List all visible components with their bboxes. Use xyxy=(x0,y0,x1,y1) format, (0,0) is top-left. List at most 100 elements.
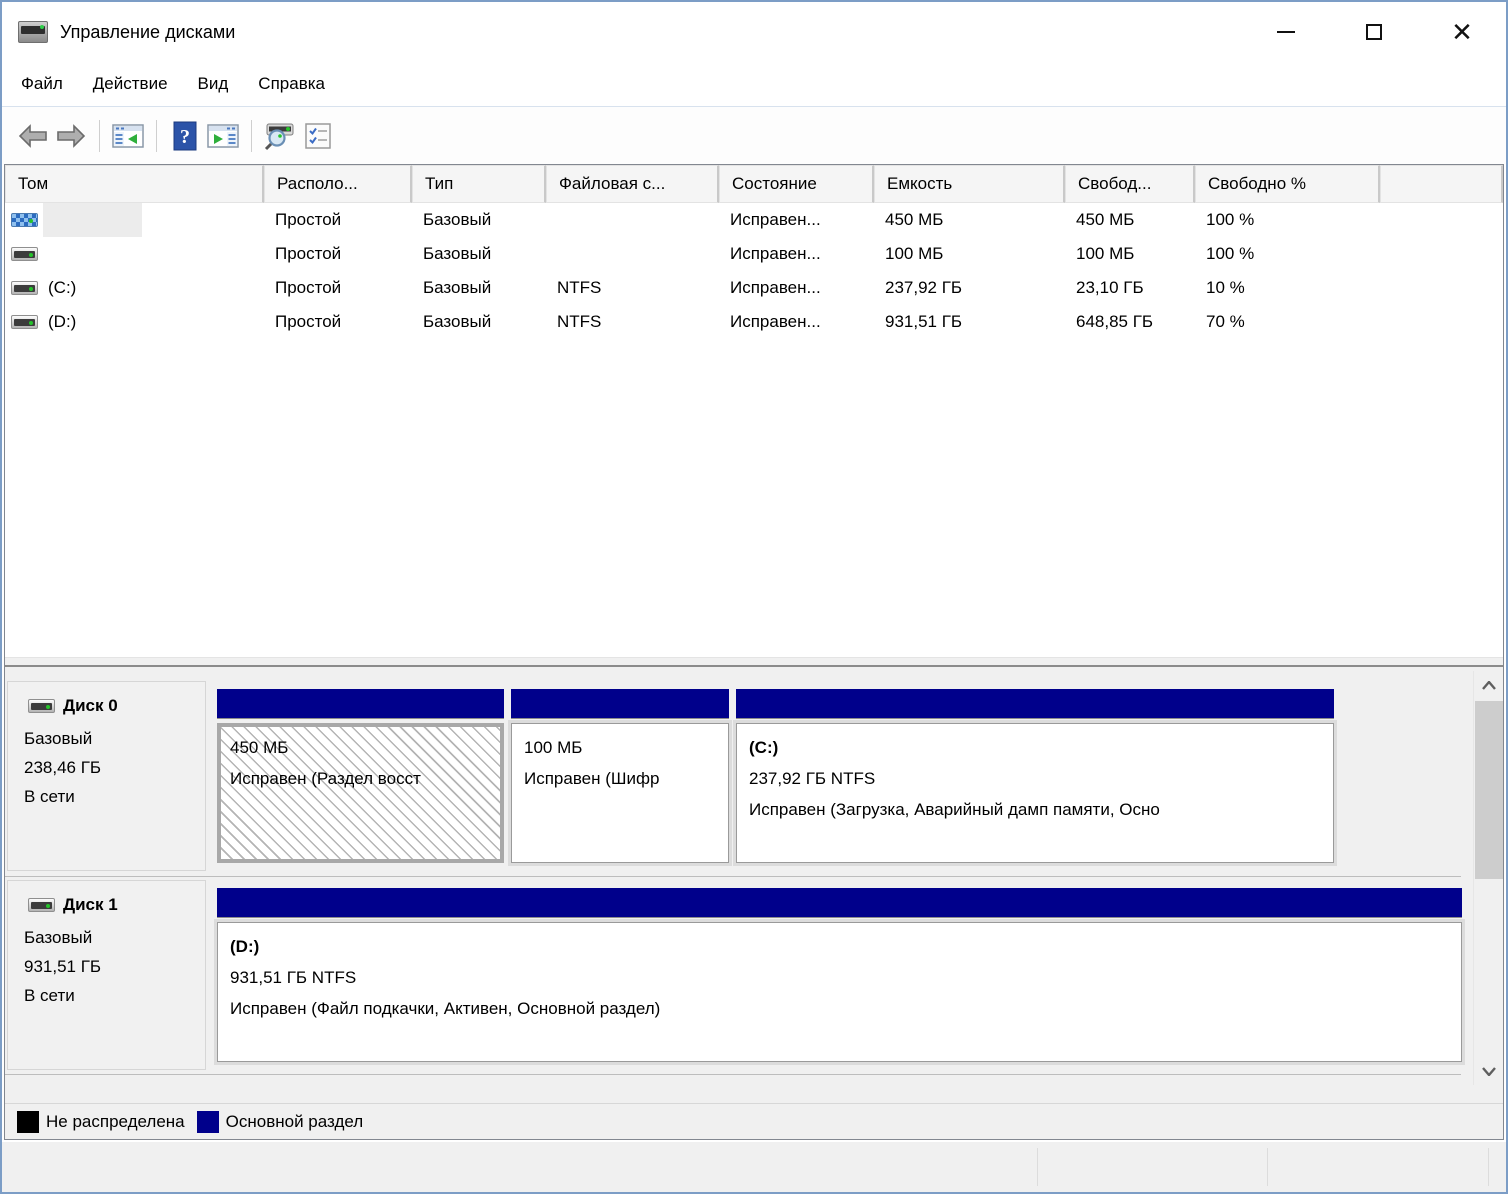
app-icon xyxy=(18,21,48,43)
help-button[interactable]: ? xyxy=(166,118,204,154)
volume-status: Исправен... xyxy=(719,203,874,237)
column-header-filler xyxy=(1380,165,1503,203)
volume-layout: Простой xyxy=(264,305,412,339)
volume-name-cell xyxy=(5,203,264,237)
partition-body: 100 МБ Исправен (Шифр xyxy=(511,723,729,863)
menu-view[interactable]: Вид xyxy=(183,68,244,100)
volume-icon xyxy=(11,315,38,329)
disk-properties-button[interactable] xyxy=(261,118,299,154)
partition-d[interactable]: (D:) 931,51 ГБ NTFS Исправен (Файл подка… xyxy=(217,888,1462,1070)
toolbar: ? xyxy=(2,106,1506,164)
pane-splitter[interactable] xyxy=(5,657,1503,667)
scroll-down-button[interactable] xyxy=(1474,1057,1503,1085)
console-tree-button[interactable] xyxy=(109,118,147,154)
volume-layout: Простой xyxy=(264,237,412,271)
table-row[interactable]: Простой Базовый Исправен... 450 МБ 450 М… xyxy=(5,203,1503,237)
back-button[interactable] xyxy=(14,118,52,154)
partition-status: Исправен (Шифр xyxy=(524,763,728,794)
column-header-type[interactable]: Тип xyxy=(412,165,546,203)
forward-button[interactable] xyxy=(52,118,90,154)
toolbar-separator xyxy=(99,120,100,152)
scrollbar-thumb[interactable] xyxy=(1475,701,1503,879)
column-header-status[interactable]: Состояние xyxy=(719,165,874,203)
unallocated-swatch xyxy=(17,1111,39,1133)
volume-filesystem: NTFS xyxy=(546,305,719,339)
disk-row-divider xyxy=(5,876,1461,877)
volume-filesystem xyxy=(546,237,719,271)
volume-name: (D:) xyxy=(48,312,76,332)
partition-body: (C:) 237,92 ГБ NTFS Исправен (Загрузка, … xyxy=(736,723,1334,863)
volume-name: (C:) xyxy=(48,278,76,298)
volume-capacity: 450 МБ xyxy=(874,203,1065,237)
volume-status: Исправен... xyxy=(719,305,874,339)
disk-size: 238,46 ГБ xyxy=(24,753,205,782)
action-pane-button[interactable] xyxy=(204,118,242,154)
partition-recovery[interactable]: 450 МБ Исправен (Раздел восст xyxy=(217,689,504,871)
disk-type: Базовый xyxy=(24,724,205,753)
volume-selected-icon xyxy=(11,213,38,227)
column-header-free-pct[interactable]: Свободно % xyxy=(1195,165,1380,203)
status-bar xyxy=(2,1142,1506,1192)
volume-name-cell xyxy=(5,237,264,271)
partition-body-selected: 450 МБ Исправен (Раздел восст xyxy=(217,723,504,863)
partition-name: (D:) xyxy=(230,931,1461,962)
statusbar-divider xyxy=(1037,1148,1038,1186)
table-row[interactable]: Простой Базовый Исправен... 100 МБ 100 М… xyxy=(5,237,1503,271)
column-header-layout[interactable]: Располо... xyxy=(264,165,412,203)
volume-status: Исправен... xyxy=(719,237,874,271)
disk-properties-icon xyxy=(264,121,296,151)
volume-free-pct: 70 % xyxy=(1195,305,1380,339)
menu-bar: Файл Действие Вид Справка xyxy=(2,62,1506,106)
back-icon xyxy=(18,124,48,148)
maximize-button[interactable] xyxy=(1330,2,1418,62)
column-header-volume[interactable]: Том xyxy=(5,165,264,203)
volume-layout: Простой xyxy=(264,271,412,305)
scroll-up-button[interactable] xyxy=(1474,671,1503,699)
volume-filesystem: NTFS xyxy=(546,271,719,305)
volume-type: Базовый xyxy=(412,203,546,237)
table-row[interactable]: (C:) Простой Базовый NTFS Исправен... 23… xyxy=(5,271,1503,305)
svg-text:?: ? xyxy=(180,126,190,148)
checklist-button[interactable] xyxy=(299,118,337,154)
disk-size: 931,51 ГБ xyxy=(24,952,205,981)
menu-help[interactable]: Справка xyxy=(243,68,340,100)
volume-list: Том Располо... Тип Файловая с... Состоян… xyxy=(5,165,1503,657)
volume-list-header: Том Располо... Тип Файловая с... Состоян… xyxy=(5,165,1503,203)
toolbar-separator xyxy=(251,120,252,152)
column-header-filesystem[interactable]: Файловая с... xyxy=(546,165,719,203)
partition-size: 450 МБ xyxy=(230,732,500,763)
partition-size: 100 МБ xyxy=(524,732,728,763)
disk-type: Базовый xyxy=(24,923,205,952)
disk-0-row: Диск 0 Базовый 238,46 ГБ В сети 450 МБ И… xyxy=(5,681,1461,873)
volume-capacity: 100 МБ xyxy=(874,237,1065,271)
statusbar-divider xyxy=(1267,1148,1268,1186)
partition-efi[interactable]: 100 МБ Исправен (Шифр xyxy=(511,689,729,871)
disk-0-info-panel[interactable]: Диск 0 Базовый 238,46 ГБ В сети xyxy=(7,681,206,871)
action-pane-icon xyxy=(207,123,239,149)
minimize-button[interactable] xyxy=(1242,2,1330,62)
vertical-scrollbar[interactable] xyxy=(1473,671,1503,1085)
legend-label: Не распределена xyxy=(46,1112,185,1132)
partition-c[interactable]: (C:) 237,92 ГБ NTFS Исправен (Загрузка, … xyxy=(736,689,1334,871)
disk-label: Диск 0 xyxy=(63,696,118,716)
title-bar: Управление дисками ✕ xyxy=(2,2,1506,62)
menu-file[interactable]: Файл xyxy=(6,68,78,100)
disk-row-divider xyxy=(5,1074,1461,1075)
disk-status: В сети xyxy=(24,782,205,811)
table-row[interactable]: (D:) Простой Базовый NTFS Исправен... 93… xyxy=(5,305,1503,339)
column-header-capacity[interactable]: Емкость xyxy=(874,165,1065,203)
disk-management-window: Управление дисками ✕ Файл Действие Вид С… xyxy=(0,0,1508,1194)
selection-highlight xyxy=(43,203,142,237)
maximize-icon xyxy=(1366,24,1382,40)
column-header-free[interactable]: Свобод... xyxy=(1065,165,1195,203)
disk-icon xyxy=(28,898,55,912)
close-button[interactable]: ✕ xyxy=(1418,2,1506,62)
partition-size: 931,51 ГБ NTFS xyxy=(230,962,1461,993)
volume-free: 450 МБ xyxy=(1065,203,1195,237)
chevron-up-icon xyxy=(1482,681,1496,690)
partition-status: Исправен (Загрузка, Аварийный дамп памят… xyxy=(749,794,1333,825)
chevron-down-icon xyxy=(1482,1067,1496,1076)
disk-1-info-panel[interactable]: Диск 1 Базовый 931,51 ГБ В сети xyxy=(7,880,206,1070)
menu-action[interactable]: Действие xyxy=(78,68,183,100)
partition-body: (D:) 931,51 ГБ NTFS Исправен (Файл подка… xyxy=(217,922,1462,1062)
